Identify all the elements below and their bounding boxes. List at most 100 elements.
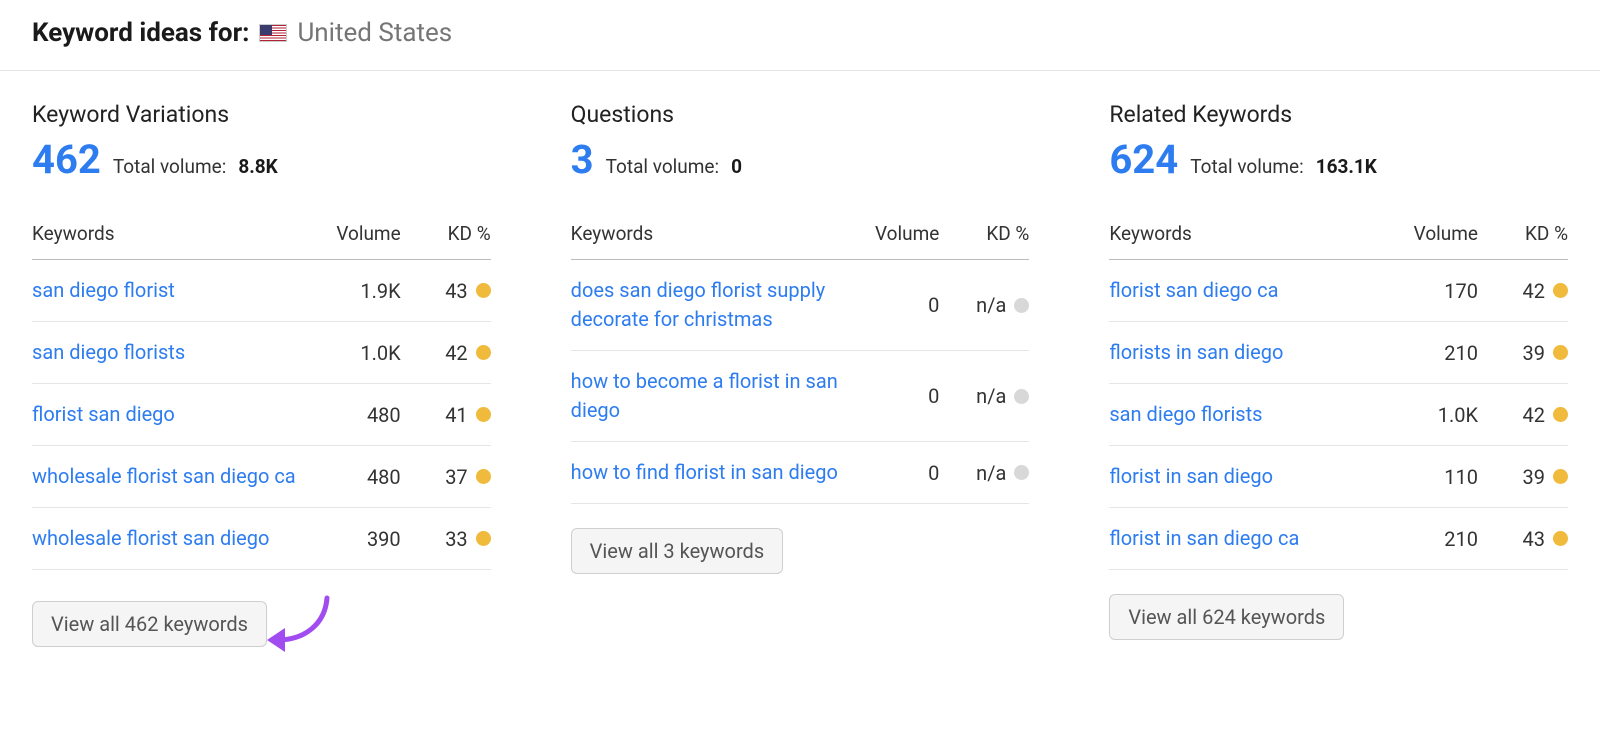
difficulty-dot-icon (1014, 465, 1029, 480)
table-row: san diego florist1.9K 43 (32, 260, 491, 322)
col-header-volume[interactable]: Volume (311, 212, 401, 260)
kd-value: 39 (1478, 446, 1568, 508)
kd-text: 37 (445, 465, 467, 489)
volume-value: 0 (849, 260, 939, 351)
volume-value: 480 (311, 384, 401, 446)
difficulty-dot-icon (476, 407, 491, 422)
keyword-link[interactable]: how to become a florist in san diego (571, 351, 850, 442)
kd-value: n/a (939, 442, 1029, 504)
volume-value: 0 (849, 442, 939, 504)
kd-text: 39 (1523, 465, 1545, 489)
keyword-link[interactable]: san diego florists (1109, 384, 1388, 446)
table-row: does san diego florist supply decorate f… (571, 260, 1030, 351)
panel-count[interactable]: 462 (32, 140, 101, 180)
table-row: how to find florist in san diego0n/a (571, 442, 1030, 504)
keyword-link[interactable]: wholesale florist san diego (32, 508, 311, 570)
kd-value: 42 (401, 322, 491, 384)
table-row: wholesale florist san diego ca480 37 (32, 446, 491, 508)
volume-value: 210 (1388, 322, 1478, 384)
header-country: United States (297, 18, 452, 48)
table-row: florist san diego480 41 (32, 384, 491, 446)
kd-text: 42 (445, 341, 467, 365)
col-header-volume[interactable]: Volume (1388, 212, 1478, 260)
table-row: florist san diego ca170 42 (1109, 260, 1568, 322)
kd-text: n/a (976, 293, 1006, 317)
volume-value: 480 (311, 446, 401, 508)
keyword-link[interactable]: florist in san diego (1109, 446, 1388, 508)
table-row: san diego florists1.0K 42 (32, 322, 491, 384)
volume-value: 0 (849, 351, 939, 442)
col-header-keywords[interactable]: Keywords (1109, 212, 1388, 260)
total-volume-value: 163.1K (1316, 155, 1377, 178)
volume-value: 390 (311, 508, 401, 570)
difficulty-dot-icon (476, 283, 491, 298)
panel-title: Related Keywords (1109, 101, 1568, 128)
kd-text: 42 (1523, 279, 1545, 303)
panel-count[interactable]: 624 (1109, 140, 1178, 180)
difficulty-dot-icon (476, 531, 491, 546)
kd-value: 43 (401, 260, 491, 322)
panel-title: Keyword Variations (32, 101, 491, 128)
kd-text: 33 (445, 527, 467, 551)
kd-text: 41 (445, 403, 467, 427)
keyword-link[interactable]: san diego florist (32, 260, 311, 322)
kd-value: 37 (401, 446, 491, 508)
kd-value: 39 (1478, 322, 1568, 384)
keywords-table: KeywordsVolumeKD % does san diego florist… (571, 212, 1030, 504)
view-all-button[interactable]: View all 3 keywords (571, 528, 783, 574)
volume-value: 1.9K (311, 260, 401, 322)
total-volume-label: Total volume: (606, 155, 719, 178)
total-volume-value: 0 (731, 155, 742, 178)
page-header: Keyword ideas for: United States (0, 0, 1600, 71)
kd-value: 33 (401, 508, 491, 570)
keyword-link[interactable]: florist san diego ca (1109, 260, 1388, 322)
table-row: san diego florists1.0K 42 (1109, 384, 1568, 446)
volume-value: 210 (1388, 508, 1478, 570)
keyword-link[interactable]: florist in san diego ca (1109, 508, 1388, 570)
col-header-kd[interactable]: KD % (1478, 212, 1568, 260)
panel-stats: 462Total volume:8.8K (32, 140, 491, 180)
panel-variations: Keyword Variations462Total volume:8.8KKe… (32, 101, 491, 654)
col-header-kd[interactable]: KD % (939, 212, 1029, 260)
kd-value: 41 (401, 384, 491, 446)
kd-value: 43 (1478, 508, 1568, 570)
keyword-link[interactable]: florist san diego (32, 384, 311, 446)
difficulty-dot-icon (476, 345, 491, 360)
view-all-button[interactable]: View all 462 keywords (32, 601, 267, 647)
difficulty-dot-icon (1553, 531, 1568, 546)
keywords-table: KeywordsVolumeKD % san diego florist1.9K 4… (32, 212, 491, 570)
keyword-link[interactable]: does san diego florist supply decorate f… (571, 260, 850, 351)
table-row: how to become a florist in san diego0n/a (571, 351, 1030, 442)
volume-value: 170 (1388, 260, 1478, 322)
col-header-kd[interactable]: KD % (401, 212, 491, 260)
kd-value: n/a (939, 260, 1029, 351)
col-header-keywords[interactable]: Keywords (32, 212, 311, 260)
volume-value: 1.0K (311, 322, 401, 384)
keyword-link[interactable]: wholesale florist san diego ca (32, 446, 311, 508)
keywords-table: KeywordsVolumeKD %florist san diego ca17… (1109, 212, 1568, 570)
kd-text: 43 (445, 279, 467, 303)
volume-value: 1.0K (1388, 384, 1478, 446)
panel-related: Related Keywords624Total volume:163.1KKe… (1109, 101, 1568, 640)
view-all-button[interactable]: View all 624 keywords (1109, 594, 1344, 640)
kd-value: n/a (939, 351, 1029, 442)
total-volume-label: Total volume: (113, 155, 226, 178)
difficulty-dot-icon (1553, 345, 1568, 360)
col-header-volume[interactable]: Volume (849, 212, 939, 260)
panel-questions: Questions3Total volume:0KeywordsVolumeKD… (571, 101, 1030, 574)
difficulty-dot-icon (1014, 298, 1029, 313)
annotation-arrow-icon (265, 594, 335, 654)
panel-count[interactable]: 3 (571, 140, 594, 180)
kd-text: 43 (1523, 527, 1545, 551)
col-header-keywords[interactable]: Keywords (571, 212, 850, 260)
kd-text: 39 (1523, 341, 1545, 365)
volume-value: 110 (1388, 446, 1478, 508)
keyword-link[interactable]: san diego florists (32, 322, 311, 384)
keyword-link[interactable]: florists in san diego (1109, 322, 1388, 384)
keyword-link[interactable]: how to find florist in san diego (571, 442, 850, 504)
difficulty-dot-icon (476, 469, 491, 484)
table-row: florist in san diego110 39 (1109, 446, 1568, 508)
panel-title: Questions (571, 101, 1030, 128)
us-flag-icon (259, 24, 287, 42)
kd-text: 42 (1523, 403, 1545, 427)
